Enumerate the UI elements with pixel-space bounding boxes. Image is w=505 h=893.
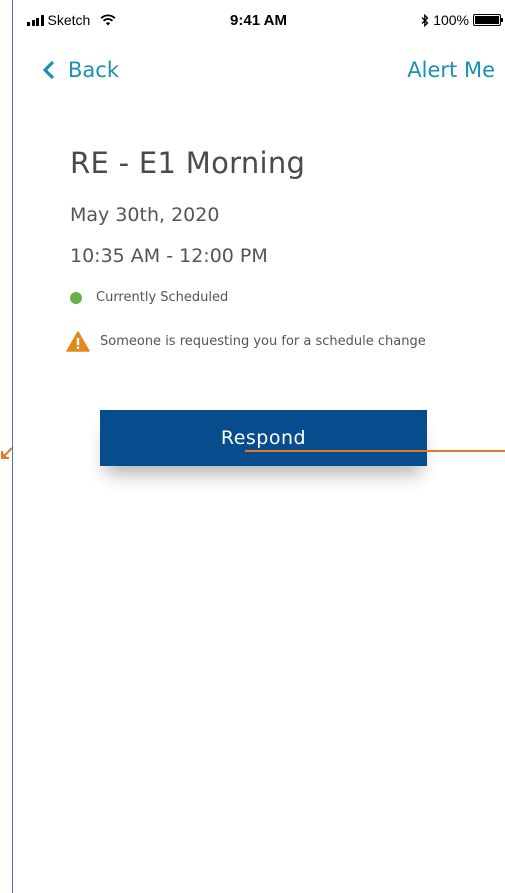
status-bar: Sketch 9:41 AM 100% <box>12 0 505 42</box>
change-request-notice: Someone is requesting you for a schedule… <box>66 331 426 352</box>
respond-label: Respond <box>220 427 307 449</box>
respond-button[interactable]: Respond <box>100 410 427 466</box>
annotation-connector <box>245 450 505 452</box>
back-button[interactable]: Back <box>42 58 119 82</box>
scheduled-status-label: Currently Scheduled <box>96 290 229 305</box>
shift-date: May 30th, 2020 <box>70 204 220 226</box>
battery-percent: 100% <box>433 12 469 28</box>
chevron-left-icon <box>43 61 54 79</box>
scheduled-status: Currently Scheduled <box>66 290 228 305</box>
shift-time-range: 10:35 AM - 12:00 PM <box>70 245 268 267</box>
change-request-label: Someone is requesting you for a schedule… <box>100 334 426 349</box>
back-label: Back <box>68 58 119 82</box>
status-right: 100% <box>421 12 503 28</box>
bluetooth-icon <box>421 13 429 27</box>
shift-title: RE - E1 Morning <box>70 146 306 180</box>
alert-me-button[interactable]: Alert Me <box>407 58 495 82</box>
annotation-arrowhead-icon <box>1 447 13 459</box>
battery-fill <box>475 16 499 24</box>
status-dot-icon <box>70 291 82 304</box>
warning-triangle-icon <box>66 331 90 352</box>
battery-icon <box>473 14 503 26</box>
